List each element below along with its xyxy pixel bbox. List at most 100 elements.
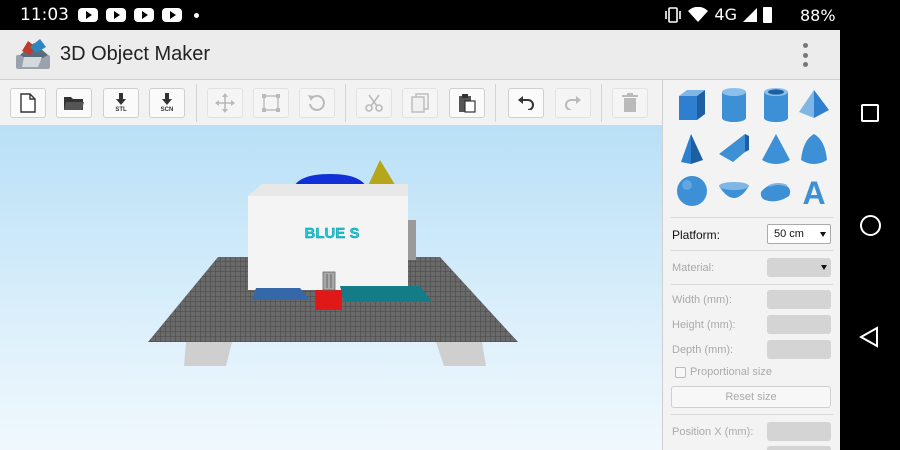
- more-notifications-icon: [194, 13, 199, 18]
- recents-button[interactable]: [861, 104, 879, 122]
- scene: BLUE S: [148, 160, 518, 366]
- material-label: Material:: [672, 262, 715, 274]
- status-icons: 4G: [664, 5, 772, 24]
- cut-button[interactable]: [356, 88, 392, 118]
- width-field[interactable]: [767, 290, 831, 309]
- width-label: Width (mm):: [672, 294, 732, 306]
- shape-palette: A: [673, 86, 833, 214]
- paste-icon: [459, 94, 476, 113]
- ellipsoid-shape-icon[interactable]: [757, 172, 795, 210]
- overflow-menu-button[interactable]: [796, 40, 814, 70]
- panel-divider: [671, 217, 833, 218]
- hemisphere-shape-icon[interactable]: [715, 172, 753, 210]
- properties-panel: A Platform: 50 cm Material: Width (mm): …: [662, 80, 840, 450]
- panel-divider: [671, 250, 833, 251]
- navigation-bar: [840, 30, 900, 450]
- material-select[interactable]: [767, 258, 831, 277]
- rotate-icon: [308, 95, 325, 111]
- status-time: 11:03: [20, 5, 69, 25]
- 3d-viewport[interactable]: BLUE S: [0, 126, 662, 450]
- toolbar-divider: [495, 84, 496, 122]
- move-button[interactable]: [207, 88, 243, 118]
- depth-field[interactable]: [767, 340, 831, 359]
- screen: 11:03 4G 88% 3D Object Maker STL SCN BLU…: [0, 0, 900, 450]
- toolbar-divider: [345, 84, 346, 122]
- new-file-button[interactable]: [10, 88, 46, 118]
- chevron-down-icon: [820, 232, 826, 237]
- height-field[interactable]: [767, 315, 831, 334]
- undo-icon: [518, 96, 534, 110]
- redo-icon: [565, 96, 581, 110]
- youtube-icon: [106, 8, 126, 22]
- pyramid-shape-icon[interactable]: [795, 86, 833, 124]
- scale-button[interactable]: [253, 88, 289, 118]
- youtube-icon: [78, 8, 98, 22]
- blue-block: [252, 288, 310, 300]
- paste-button[interactable]: [449, 88, 485, 118]
- undo-button[interactable]: [508, 88, 544, 118]
- toolbar: STL SCN: [0, 80, 662, 126]
- rotate-button[interactable]: [299, 88, 335, 118]
- position-y-field[interactable]: [767, 446, 831, 450]
- svg-text:A: A: [802, 175, 825, 210]
- height-label: Height (mm):: [672, 319, 736, 331]
- platform-label: Platform:: [672, 228, 721, 242]
- sphere-shape-icon[interactable]: [673, 172, 711, 210]
- platform-leg: [184, 342, 232, 366]
- teal-block: [340, 286, 432, 302]
- red-block: [316, 290, 342, 310]
- export-scn-button[interactable]: SCN: [149, 88, 185, 118]
- proportional-size-label: Proportional size: [690, 366, 772, 378]
- dot: [802, 62, 808, 67]
- youtube-icon: [162, 8, 182, 22]
- signal-icon: [743, 7, 757, 22]
- youtube-icon: [134, 8, 154, 22]
- download-icon: [116, 93, 126, 105]
- panel-divider: [671, 284, 833, 285]
- wedge-shape-icon[interactable]: [715, 130, 753, 168]
- export-stl-button[interactable]: STL: [103, 88, 139, 118]
- stand-object: [322, 271, 336, 291]
- toolbar-divider: [601, 84, 602, 122]
- tube-shape-icon[interactable]: [757, 86, 795, 124]
- battery-icon: [763, 6, 772, 23]
- back-button[interactable]: [859, 326, 879, 348]
- toolbar-divider: [196, 84, 197, 122]
- trash-icon: [622, 93, 638, 112]
- move-icon: [215, 93, 235, 113]
- network-type: 4G: [714, 5, 737, 24]
- delete-button[interactable]: [612, 88, 648, 118]
- cylinder-shape-icon[interactable]: [715, 86, 753, 124]
- reset-size-button[interactable]: Reset size: [671, 386, 831, 408]
- box-top: [248, 184, 408, 196]
- platform-select[interactable]: 50 cm: [767, 224, 831, 244]
- paraboloid-shape-icon[interactable]: [795, 130, 833, 168]
- cube-shape-icon[interactable]: [673, 86, 711, 124]
- folder-icon: [64, 97, 84, 110]
- app-logo: [16, 39, 50, 69]
- box-text: BLUE S: [304, 225, 359, 242]
- depth-label: Depth (mm):: [672, 344, 734, 356]
- scale-icon: [262, 94, 280, 112]
- dot: [802, 52, 808, 58]
- box-side: [408, 220, 416, 260]
- app-title: 3D Object Maker: [60, 43, 211, 65]
- cone-shape-icon[interactable]: [757, 130, 795, 168]
- export-scn-label: SCN: [160, 107, 174, 113]
- text-shape-icon[interactable]: A: [795, 172, 833, 210]
- checkbox-box: [675, 366, 686, 378]
- wifi-icon: [688, 6, 709, 22]
- open-folder-button[interactable]: [56, 88, 92, 118]
- status-bar: 11:03 4G 88%: [0, 0, 900, 30]
- redo-button[interactable]: [555, 88, 591, 118]
- chevron-down-icon: [821, 265, 827, 270]
- home-button[interactable]: [860, 215, 881, 236]
- position-x-field[interactable]: [767, 422, 831, 441]
- battery-percent: 88%: [800, 6, 836, 25]
- copy-button[interactable]: [402, 88, 438, 118]
- proportional-size-checkbox[interactable]: Proportional size: [675, 366, 772, 378]
- platform-leg: [436, 342, 486, 366]
- position-x-label: Position X (mm):: [672, 426, 754, 438]
- cone-object: [367, 160, 397, 188]
- pyramid-tall-shape-icon[interactable]: [673, 130, 711, 168]
